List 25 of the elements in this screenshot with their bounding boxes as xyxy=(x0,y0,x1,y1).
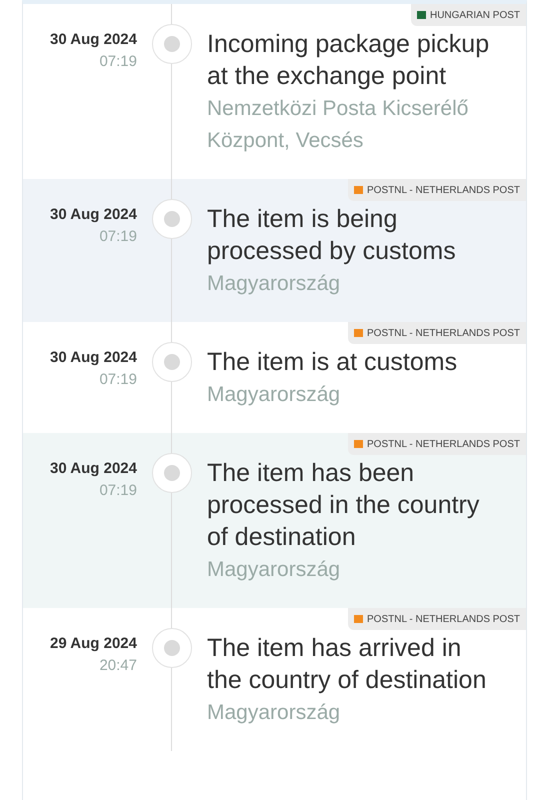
event-time: 07:19 xyxy=(99,370,137,390)
event-title: The item has arrived in the country of destination xyxy=(207,633,488,696)
event-location: Magyarország xyxy=(207,557,342,583)
event-time: 07:19 xyxy=(99,227,137,247)
carrier-name: POSTNL - NETHERLANDS POST xyxy=(367,612,520,626)
event-title: The item is at customs xyxy=(207,347,458,378)
event-location: Magyarország xyxy=(207,700,342,726)
event-location: Magyarország xyxy=(207,271,342,297)
event-location: Magyarország xyxy=(207,382,342,408)
carrier-name: POSTNL - NETHERLANDS POST xyxy=(367,184,520,198)
event-time: 20:47 xyxy=(99,656,137,676)
event-title: The item has been processed in the country of destination xyxy=(207,458,480,553)
event-date: 30 Aug 2024 xyxy=(50,205,137,225)
event-date: 30 Aug 2024 xyxy=(50,459,137,479)
carrier-name: POSTNL - NETHERLANDS POST xyxy=(367,326,520,340)
event-time: 07:19 xyxy=(99,52,137,72)
event-title: Incoming package pickup at the exchange point xyxy=(207,29,490,92)
event-location: Nemzetközi Posta Kicserélő Központ, Vecsés xyxy=(207,96,470,154)
event-date: 30 Aug 2024 xyxy=(50,348,137,368)
carrier-name: POSTNL - NETHERLANDS POST xyxy=(367,438,520,452)
carrier-name: HUNGARIAN POST xyxy=(430,8,520,22)
event-time: 07:19 xyxy=(99,481,137,501)
event-date: 30 Aug 2024 xyxy=(50,30,137,50)
event-title: The item is being processed by customs xyxy=(207,204,457,267)
event-date: 29 Aug 2024 xyxy=(50,634,137,654)
